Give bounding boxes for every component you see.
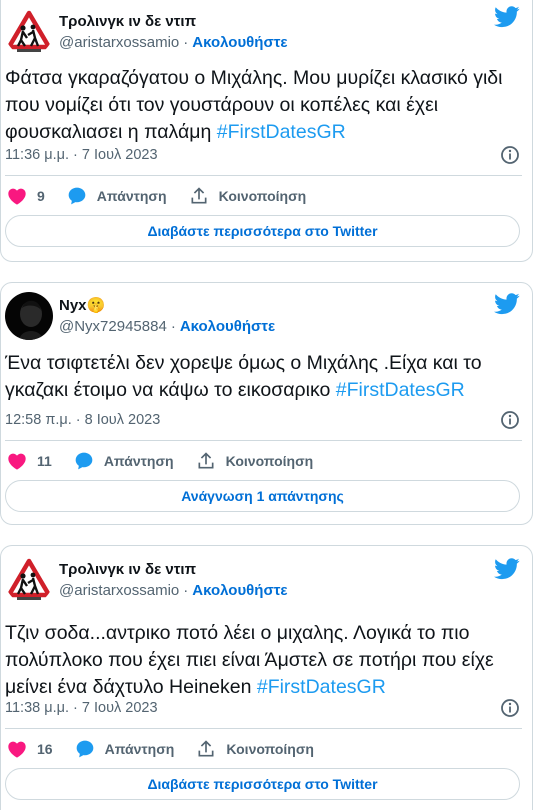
reply-label: Απάντηση: [103, 453, 174, 469]
follow-button[interactable]: Ακολουθήστε: [192, 582, 287, 599]
tweet-text: Φάτσα γκαραζόγατου ο Μιχάλης. Μου μυρίζε…: [5, 65, 522, 146]
share-button[interactable]: Κοινοποίηση: [196, 739, 314, 759]
read-more-button[interactable]: Διαβάστε περισσότερα στο Twitter: [5, 215, 520, 247]
like-button[interactable]: 16: [7, 740, 53, 758]
tweet-header: Nyx 🤫 @Nyx72945884 · Ακολουθήστε: [5, 292, 275, 340]
user-handle[interactable]: @aristarxossamio: [59, 582, 179, 599]
info-icon[interactable]: [500, 410, 520, 430]
twitter-bird-icon[interactable]: [494, 6, 520, 28]
avatar[interactable]: [5, 8, 53, 56]
read-more-label: Διαβάστε περισσότερα στο Twitter: [147, 223, 378, 239]
share-icon: [198, 452, 214, 469]
share-icon: [198, 740, 214, 757]
tweet-body: Τζιν σοδα...αντρικο ποτό λέει ο μιχαλης.…: [5, 622, 494, 698]
read-replies-button[interactable]: Ανάγνωση 1 απάντησης: [5, 480, 520, 512]
reply-label: Απάντηση: [104, 741, 175, 757]
follow-button[interactable]: Ακολουθήστε: [192, 34, 287, 51]
like-button[interactable]: 9: [7, 187, 45, 205]
read-replies-label: Ανάγνωση 1 απάντησης: [181, 488, 344, 504]
tweet-header: Τρολινγκ ιν δε ντιπ @aristarxossamio · Ακο…: [5, 8, 288, 56]
info-icon[interactable]: [500, 145, 520, 165]
hashtag-link[interactable]: #FirstDatesGR: [336, 379, 465, 401]
reply-bubble-icon: [75, 452, 93, 470]
twitter-bird-icon[interactable]: [494, 558, 520, 580]
reply-bubble-icon: [76, 740, 93, 758]
tweet-actions: 9 Απάντηση Κοινοποίηση: [7, 185, 328, 207]
user-handle[interactable]: @aristarxossamio: [59, 34, 179, 51]
name-emoji: 🤫: [86, 296, 106, 314]
tweet-card-1[interactable]: Τρολινγκ ιν δε ντιπ @aristarxossamio · Ακο…: [0, 0, 533, 262]
tweet-header: Τρολινγκ ιν δε ντιπ @aristarxossamio · Ακο…: [5, 556, 288, 604]
display-name-text[interactable]: Τρολινγκ ιν δε ντιπ: [59, 560, 196, 579]
display-name[interactable]: Τρολινγκ ιν δε ντιπ: [59, 12, 288, 31]
display-name-text[interactable]: Τρολινγκ ιν δε ντιπ: [59, 12, 196, 31]
display-name-text[interactable]: Nyx: [59, 296, 87, 315]
read-more-label: Διαβάστε περισσότερα στο Twitter: [147, 776, 378, 792]
avatar[interactable]: [5, 292, 53, 340]
tweet-card-2[interactable]: Nyx 🤫 @Nyx72945884 · Ακολουθήστε Ένα τσιφτε…: [0, 282, 533, 525]
user-handle[interactable]: @Nyx72945884: [59, 318, 167, 335]
read-more-button[interactable]: Διαβάστε περισσότερα στο Twitter: [5, 768, 520, 800]
divider: [5, 175, 522, 176]
reply-button[interactable]: Απάντηση: [74, 451, 174, 471]
hashtag-link[interactable]: #FirstDatesGR: [257, 676, 386, 698]
tweet-meta: 11:38 μ.μ. · 7 Ιουλ 2023: [5, 698, 522, 718]
reply-button[interactable]: Απάντηση: [75, 739, 175, 759]
reply-bubble-icon: [68, 187, 86, 205]
share-button[interactable]: Κοινοποίηση: [189, 186, 307, 206]
tweet-text: Ένα τσιφτετέλι δεν χορεψε όμως ο Μιχάλης…: [5, 350, 522, 404]
divider: [5, 728, 522, 729]
twitter-bird-icon[interactable]: [494, 293, 520, 315]
share-label: Κοινοποίηση: [225, 453, 314, 469]
heart-icon: [8, 188, 26, 205]
reply-button[interactable]: Απάντηση: [67, 186, 167, 206]
heart-icon: [8, 741, 26, 758]
tweet-card-3[interactable]: Τρολινγκ ιν δε ντιπ @aristarxossamio · Ακο…: [0, 545, 533, 810]
share-button[interactable]: Κοινοποίηση: [196, 451, 314, 471]
share-label: Κοινοποίηση: [226, 741, 314, 757]
like-count: 16: [37, 741, 53, 757]
display-name[interactable]: Τρολινγκ ιν δε ντιπ: [59, 560, 288, 579]
hashtag-link[interactable]: #FirstDatesGR: [217, 121, 346, 143]
info-icon[interactable]: [500, 698, 520, 718]
tweet-meta: 12:58 π.μ. · 8 Ιουλ 2023: [5, 410, 522, 430]
like-count: 9: [37, 188, 45, 204]
divider: [5, 440, 522, 441]
tweet-actions: 11 Απάντηση Κοινοποίηση: [7, 450, 335, 472]
tweet-actions: 16 Απάντηση Κοινοποίηση: [7, 738, 336, 760]
like-button[interactable]: 11: [7, 452, 52, 470]
reply-label: Απάντηση: [96, 188, 167, 204]
follow-button[interactable]: Ακολουθήστε: [180, 318, 275, 335]
timestamp[interactable]: 11:36 μ.μ. · 7 Ιουλ 2023: [5, 147, 158, 163]
tweet-meta: 11:36 μ.μ. · 7 Ιουλ 2023: [5, 145, 522, 165]
like-count: 11: [37, 453, 52, 469]
timestamp[interactable]: 11:38 μ.μ. · 7 Ιουλ 2023: [5, 700, 158, 716]
tweet-text: Τζιν σοδα...αντρικο ποτό λέει ο μιχαλης.…: [5, 620, 522, 701]
avatar[interactable]: [5, 556, 53, 604]
display-name[interactable]: Nyx 🤫: [59, 296, 275, 315]
heart-icon: [8, 453, 26, 470]
share-icon: [191, 187, 207, 204]
timestamp[interactable]: 12:58 π.μ. · 8 Ιουλ 2023: [5, 412, 160, 428]
share-label: Κοινοποίηση: [218, 188, 307, 204]
